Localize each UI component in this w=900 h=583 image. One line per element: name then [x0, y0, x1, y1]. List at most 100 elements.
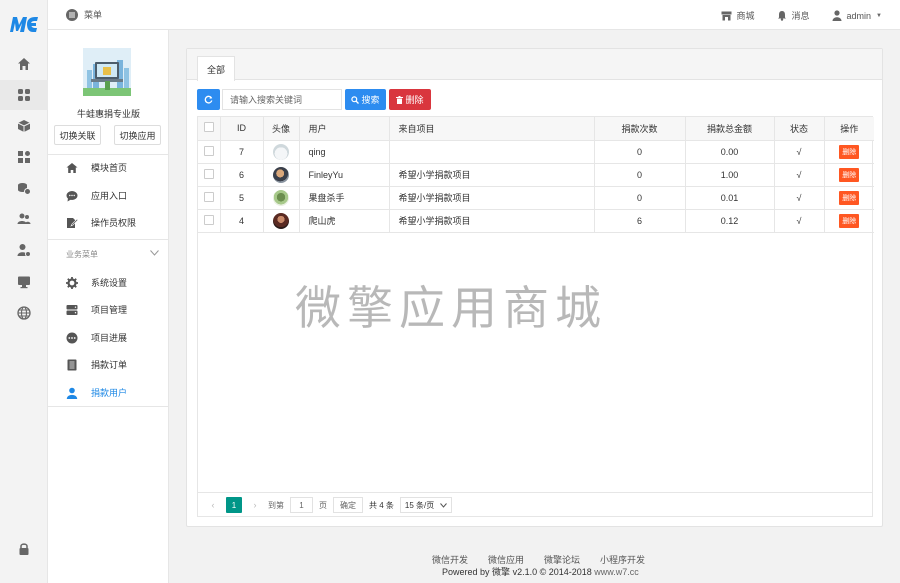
search-button[interactable]: 搜索 — [345, 89, 386, 110]
nav-donation-orders[interactable]: 捐款订单 — [48, 351, 169, 378]
nav-label: 操作员权限 — [91, 218, 137, 228]
nav-operator-perms[interactable]: 操作员权限 — [48, 209, 169, 236]
page-size-select[interactable]: 15 条/页 — [399, 497, 452, 513]
column-header[interactable]: ID — [220, 117, 264, 141]
switch-app-button[interactable]: 切换应用 — [114, 125, 161, 145]
rail-apps[interactable] — [0, 80, 48, 110]
select-all-checkbox[interactable] — [203, 122, 214, 133]
switch-link-button[interactable]: 切换关联 — [54, 125, 101, 145]
row-status: √ — [774, 140, 825, 164]
row-checkbox[interactable] — [203, 214, 214, 225]
rail-monitor[interactable] — [0, 267, 48, 297]
business-group-label: 业务菜单 — [66, 250, 98, 259]
rail-lock[interactable] — [0, 534, 48, 564]
chevron-down-icon[interactable] — [150, 249, 159, 258]
next-page-icon[interactable]: › — [248, 500, 262, 510]
home-icon — [66, 162, 78, 173]
goto-page-input[interactable]: 1 — [290, 497, 313, 513]
rail-widgets[interactable] — [0, 142, 48, 172]
nav-label: 模块首页 — [91, 163, 128, 173]
coins-icon — [18, 183, 31, 195]
user-settings-icon — [17, 244, 31, 257]
nav-label: 捐款用户 — [91, 388, 128, 398]
caret-down-icon: ▼ — [876, 12, 882, 19]
delete-label: 删除 — [405, 95, 424, 105]
prev-page-icon[interactable]: ‹ — [206, 500, 220, 510]
row-delete-button[interactable]: 删除 — [839, 190, 860, 205]
rail-box[interactable] — [0, 111, 48, 141]
dots-icon — [66, 332, 78, 343]
row-checkbox[interactable] — [203, 168, 214, 179]
column-header[interactable]: 捐款总金额 — [685, 117, 775, 141]
footer-copyright: Powered by 微擎 v2.1.0 © 2014-2018 www.w7.… — [442, 565, 639, 578]
row-amount: 0.01 — [685, 186, 775, 210]
table-header-row: ID 头像 用户 来自项目 捐款次数 捐款总金额 状态 操作 — [198, 117, 874, 141]
nav-project-management[interactable]: 项目管理 — [48, 296, 169, 323]
nav-project-progress[interactable]: 项目进展 — [48, 324, 169, 351]
rail-globe[interactable] — [0, 298, 48, 328]
tab-all[interactable]: 全部 — [197, 56, 236, 81]
shop-name: 牛蛙惠捐专业版 — [76, 109, 140, 119]
delete-button[interactable]: 删除 — [389, 89, 431, 110]
row-checkbox[interactable] — [203, 145, 214, 156]
home-icon — [18, 58, 30, 70]
row-amount: 0.00 — [685, 140, 775, 164]
row-project: 希望小学捐款项目 — [389, 163, 595, 187]
search-input[interactable] — [222, 89, 342, 110]
user-icon — [832, 10, 842, 21]
page-unit: 页 — [319, 500, 327, 510]
current-page[interactable]: 1 — [226, 497, 242, 513]
bell-icon — [777, 11, 786, 21]
row-project: 希望小学捐款项目 — [389, 186, 595, 210]
row-status: √ — [774, 163, 825, 187]
row-delete-button[interactable]: 删除 — [839, 167, 860, 182]
user-menu[interactable]: admin ▼ — [832, 10, 882, 21]
row-status: √ — [774, 186, 825, 210]
column-header: 来自项目 — [389, 117, 595, 141]
store-icon — [721, 11, 731, 20]
total-count: 共 4 条 — [369, 500, 394, 510]
table-row: 5 果盘杀手 希望小学捐款项目 0 0.01 √ 删除 — [198, 186, 874, 210]
row-count: 0 — [594, 140, 686, 164]
menu-toggle[interactable]: 菜单 — [66, 8, 102, 21]
refresh-button[interactable] — [197, 89, 220, 110]
brand-logo[interactable] — [9, 14, 39, 34]
avatar — [273, 189, 289, 206]
powered-name[interactable]: 微擎 — [492, 567, 510, 577]
trash-icon — [396, 95, 404, 104]
table-row: 4 爬山虎 希望小学捐款项目 6 0.12 √ 删除 — [198, 209, 874, 233]
rail-user-settings[interactable] — [0, 235, 48, 265]
row-count: 0 — [594, 186, 686, 210]
row-checkbox[interactable] — [203, 191, 214, 202]
site-url[interactable]: www.w7.cc — [594, 567, 639, 577]
store-link[interactable]: 商城 — [721, 9, 755, 22]
row-count: 0 — [594, 163, 686, 187]
avatar — [273, 166, 289, 183]
list-icon — [67, 359, 77, 370]
nav-label: 项目管理 — [91, 305, 128, 315]
rail-users[interactable] — [0, 204, 48, 234]
divider — [48, 406, 169, 407]
row-delete-button[interactable]: 删除 — [839, 144, 860, 159]
nav-label: 应用入口 — [91, 191, 128, 201]
server-icon — [66, 304, 78, 315]
pagination: ‹ 1 › 到第 1 页 确定 共 4 条 15 条/页 — [198, 492, 872, 517]
row-amount: 1.00 — [685, 163, 775, 187]
column-header[interactable]: 捐款次数 — [594, 117, 686, 141]
powered-prefix: Powered by — [442, 567, 490, 577]
row-user: 果盘杀手 — [299, 186, 390, 210]
rail-home[interactable] — [0, 49, 48, 79]
nav-donation-users[interactable]: 捐款用户 — [48, 379, 169, 406]
nav-system-settings[interactable]: 系统设置 — [48, 269, 169, 296]
divider — [48, 239, 169, 240]
messages-link[interactable]: 消息 — [777, 9, 810, 22]
tab-bar: 全部 — [187, 49, 882, 81]
row-delete-button[interactable]: 删除 — [839, 213, 860, 228]
search-label: 搜索 — [361, 95, 380, 105]
nav-module-home[interactable]: 模块首页 — [48, 154, 169, 181]
nav-app-entry[interactable]: 应用入口 — [48, 182, 169, 209]
rail-coins[interactable] — [0, 173, 48, 203]
chevron-down-icon — [440, 502, 447, 508]
goto-confirm-button[interactable]: 确定 — [333, 497, 363, 513]
row-id: 5 — [220, 186, 264, 210]
